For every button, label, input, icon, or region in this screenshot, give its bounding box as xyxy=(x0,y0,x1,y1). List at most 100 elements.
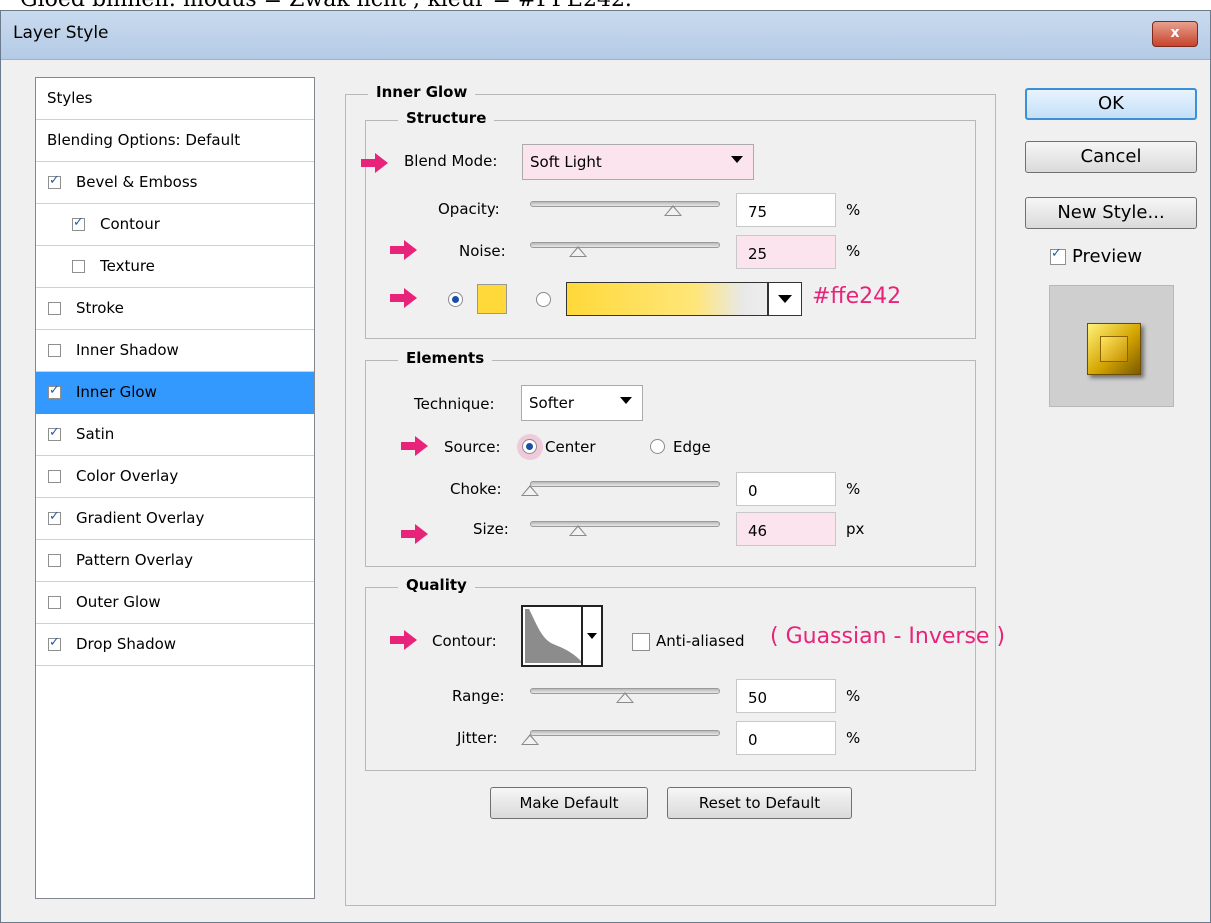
color-swatch[interactable] xyxy=(477,284,507,314)
opacity-slider[interactable] xyxy=(530,201,720,207)
opacity-slider-thumb[interactable] xyxy=(663,205,682,216)
anti-aliased-checkbox[interactable] xyxy=(632,633,650,651)
sidebar-item-checkbox[interactable] xyxy=(48,596,61,609)
gradient-radio[interactable] xyxy=(536,292,551,307)
source-center-label[interactable]: Center xyxy=(545,438,596,456)
opacity-unit: % xyxy=(846,201,861,219)
styles-header[interactable]: Styles xyxy=(36,78,314,120)
noise-slider-thumb[interactable] xyxy=(568,246,587,257)
sidebar-item-checkbox[interactable] xyxy=(48,635,61,651)
range-input[interactable]: 50 xyxy=(736,679,836,713)
elements-title: Elements xyxy=(398,349,493,367)
sidebar-item-bevel-emboss[interactable]: Bevel & Emboss xyxy=(36,162,314,204)
size-unit: px xyxy=(846,520,865,538)
technique-value: Softer xyxy=(529,394,574,412)
close-button[interactable]: x xyxy=(1152,21,1198,47)
sidebar-item-checkbox[interactable] xyxy=(48,425,61,441)
choke-input[interactable]: 0 xyxy=(736,472,836,506)
technique-dropdown[interactable]: Softer xyxy=(521,385,643,421)
sidebar-item-checkbox[interactable] xyxy=(72,260,85,273)
solid-color-radio[interactable] xyxy=(448,292,463,307)
sidebar-item-texture[interactable]: Texture xyxy=(36,246,314,288)
make-default-button[interactable]: Make Default xyxy=(490,787,648,819)
ok-button[interactable]: OK xyxy=(1025,88,1197,120)
range-slider-thumb[interactable] xyxy=(616,692,634,703)
sidebar-item-checkbox[interactable] xyxy=(48,344,61,357)
sidebar-item-checkbox[interactable] xyxy=(48,173,61,189)
sidebar-item-label: Bevel & Emboss xyxy=(76,173,198,191)
sidebar-item-gradient-overlay[interactable]: Gradient Overlay xyxy=(36,498,314,540)
sidebar-item-label: Satin xyxy=(76,425,115,443)
jitter-unit: % xyxy=(846,729,861,747)
sidebar-item-checkbox[interactable] xyxy=(48,470,61,483)
source-center-radio[interactable] xyxy=(522,439,537,454)
size-label: Size: xyxy=(473,520,509,538)
source-edge-radio[interactable] xyxy=(650,439,665,454)
size-slider-thumb[interactable] xyxy=(568,525,587,536)
gold-square-icon xyxy=(1087,323,1141,375)
sidebar-item-label: Pattern Overlay xyxy=(76,551,194,569)
choke-label: Choke: xyxy=(450,480,502,498)
sidebar-item-label: Texture xyxy=(100,257,155,275)
choke-slider-thumb[interactable] xyxy=(521,485,539,496)
sidebar-item-checkbox[interactable] xyxy=(48,554,61,567)
sidebar-item-label: Drop Shadow xyxy=(76,635,177,653)
contour-dropdown-button[interactable] xyxy=(581,607,601,665)
jitter-input[interactable]: 0 xyxy=(736,721,836,755)
noise-input[interactable]: 25 xyxy=(736,235,836,269)
sidebar-item-checkbox[interactable] xyxy=(72,215,85,231)
sidebar-item-label: Gradient Overlay xyxy=(76,509,205,527)
sidebar-item-drop-shadow[interactable]: Drop Shadow xyxy=(36,624,314,666)
range-label: Range: xyxy=(452,687,505,705)
blending-options-label: Blending Options: Default xyxy=(47,131,241,149)
sidebar-item-color-overlay[interactable]: Color Overlay xyxy=(36,456,314,498)
sidebar-item-contour[interactable]: Contour xyxy=(36,204,314,246)
blending-options-item[interactable]: Blending Options: Default xyxy=(36,120,314,162)
reset-to-default-button[interactable]: Reset to Default xyxy=(667,787,852,819)
sidebar-item-inner-shadow[interactable]: Inner Shadow xyxy=(36,330,314,372)
jitter-slider-thumb[interactable] xyxy=(521,734,539,745)
source-edge-label[interactable]: Edge xyxy=(673,438,711,456)
noise-slider[interactable] xyxy=(530,242,720,248)
jitter-label: Jitter: xyxy=(457,729,498,747)
opacity-label: Opacity: xyxy=(438,200,500,218)
cancel-button[interactable]: Cancel xyxy=(1025,141,1197,173)
chevron-down-icon xyxy=(587,633,597,639)
sidebar-item-label: Contour xyxy=(100,215,160,233)
size-slider[interactable] xyxy=(530,521,720,527)
blend-mode-value: Soft Light xyxy=(530,153,602,171)
sidebar-item-label: Inner Glow xyxy=(76,383,157,401)
new-style-button[interactable]: New Style... xyxy=(1025,197,1197,229)
styles-list: Styles Blending Options: Default Bevel &… xyxy=(35,77,315,899)
opacity-value: 75 xyxy=(748,203,768,221)
size-value: 46 xyxy=(748,522,768,540)
jitter-slider[interactable] xyxy=(530,730,720,736)
sidebar-item-label: Inner Shadow xyxy=(76,341,179,359)
preview-checkbox[interactable] xyxy=(1050,246,1066,265)
structure-title: Structure xyxy=(398,109,495,127)
chevron-down-icon xyxy=(620,397,632,404)
blend-mode-label: Blend Mode: xyxy=(404,152,498,170)
size-input[interactable]: 46 xyxy=(736,512,836,546)
gradient-dropdown-button[interactable] xyxy=(767,283,801,315)
styles-header-label: Styles xyxy=(47,89,93,107)
choke-slider[interactable] xyxy=(530,481,720,487)
gradient-picker[interactable] xyxy=(566,282,802,316)
sidebar-item-outer-glow[interactable]: Outer Glow xyxy=(36,582,314,624)
anti-aliased-label[interactable]: Anti-aliased xyxy=(656,632,745,650)
contour-label: Contour: xyxy=(432,632,497,650)
sidebar-item-inner-glow[interactable]: Inner Glow xyxy=(36,372,314,414)
sidebar-item-checkbox[interactable] xyxy=(48,509,61,525)
sidebar-item-label: Outer Glow xyxy=(76,593,161,611)
sidebar-item-pattern-overlay[interactable]: Pattern Overlay xyxy=(36,540,314,582)
sidebar-item-checkbox[interactable] xyxy=(48,302,61,315)
sidebar-item-label: Color Overlay xyxy=(76,467,179,485)
range-unit: % xyxy=(846,687,861,705)
sidebar-item-stroke[interactable]: Stroke xyxy=(36,288,314,330)
blend-mode-dropdown[interactable]: Soft Light xyxy=(522,144,754,180)
preview-label[interactable]: Preview xyxy=(1072,246,1142,267)
sidebar-item-checkbox[interactable] xyxy=(48,383,61,399)
sidebar-item-satin[interactable]: Satin xyxy=(36,414,314,456)
contour-picker[interactable] xyxy=(521,605,603,667)
opacity-input[interactable]: 75 xyxy=(736,193,836,227)
